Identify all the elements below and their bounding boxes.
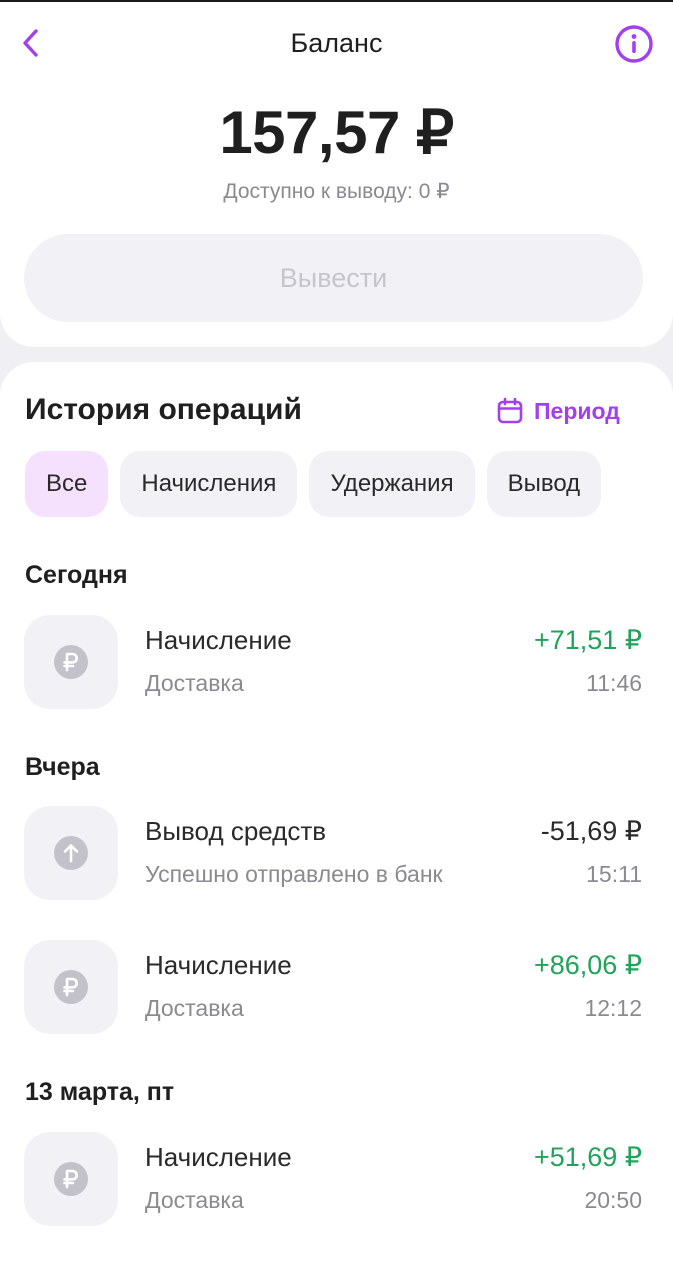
history-title: История операций: [25, 393, 302, 426]
operation-title: Начисление: [145, 950, 292, 980]
operation-time: 20:50: [584, 1187, 642, 1213]
group-label-yesterday: Вчера: [25, 753, 100, 781]
operation-subtitle: Доставка: [145, 995, 244, 1021]
page-title: Баланс: [290, 28, 383, 58]
ruble-icon: [54, 970, 88, 1004]
operation-time: 15:11: [586, 861, 642, 887]
operation-row[interactable]: Начисление Доставка +86,06 ₽ 12:12: [24, 940, 642, 1034]
filter-chip-accruals[interactable]: Начисления: [120, 451, 298, 517]
operation-title: Вывод средств: [145, 816, 327, 846]
operation-title: Начисление: [145, 625, 292, 655]
group-label-date: 13 марта, пт: [25, 1078, 175, 1106]
period-button[interactable]: Период: [496, 394, 620, 428]
operation-row[interactable]: Вывод средств Успешно отправлено в банк …: [24, 806, 642, 900]
filter-chip-all[interactable]: Все: [25, 451, 109, 517]
operation-amount: +86,06 ₽: [533, 950, 642, 980]
operation-subtitle: Доставка: [145, 1187, 244, 1213]
operation-amount: -51,69 ₽: [540, 816, 642, 846]
operation-icon-box: [24, 806, 118, 900]
operation-icon-box: [24, 615, 118, 709]
info-button[interactable]: [612, 22, 656, 66]
available-to-withdraw: Доступно к выводу: 0 ₽: [223, 180, 450, 203]
ruble-icon: [54, 645, 88, 679]
filter-chip-deductions[interactable]: Удержания: [309, 451, 475, 517]
group-label-today: Сегодня: [25, 561, 128, 589]
operation-time: 11:46: [586, 670, 642, 696]
ruble-icon: [54, 1162, 88, 1196]
operation-amount: +51,69 ₽: [533, 1142, 642, 1172]
operation-row[interactable]: Начисление Доставка +71,51 ₽ 11:46: [24, 615, 642, 709]
info-icon: [615, 25, 653, 63]
calendar-icon: [497, 397, 523, 424]
operation-amount: +71,51 ₽: [533, 625, 642, 655]
period-label: Период: [534, 397, 620, 424]
operation-row[interactable]: Начисление Доставка +51,69 ₽ 20:50: [24, 1132, 642, 1226]
operation-icon-box: [24, 940, 118, 1034]
operation-title: Начисление: [145, 1142, 292, 1172]
operation-time: 12:12: [584, 995, 642, 1021]
withdraw-button[interactable]: Вывести: [24, 234, 643, 322]
operation-subtitle: Успешно отправлено в банк: [145, 861, 443, 887]
balance-card: Баланс 157,57 ₽ Доступно к выводу: 0 ₽ В…: [0, 0, 673, 347]
filter-chips: Все Начисления Удержания Вывод: [25, 451, 602, 517]
filter-chip-withdrawals[interactable]: Вывод: [486, 451, 602, 517]
arrow-up-icon: [54, 836, 88, 870]
operation-icon-box: [24, 1132, 118, 1226]
operation-subtitle: Доставка: [145, 670, 244, 696]
balance-amount: 157,57 ₽: [219, 99, 454, 166]
